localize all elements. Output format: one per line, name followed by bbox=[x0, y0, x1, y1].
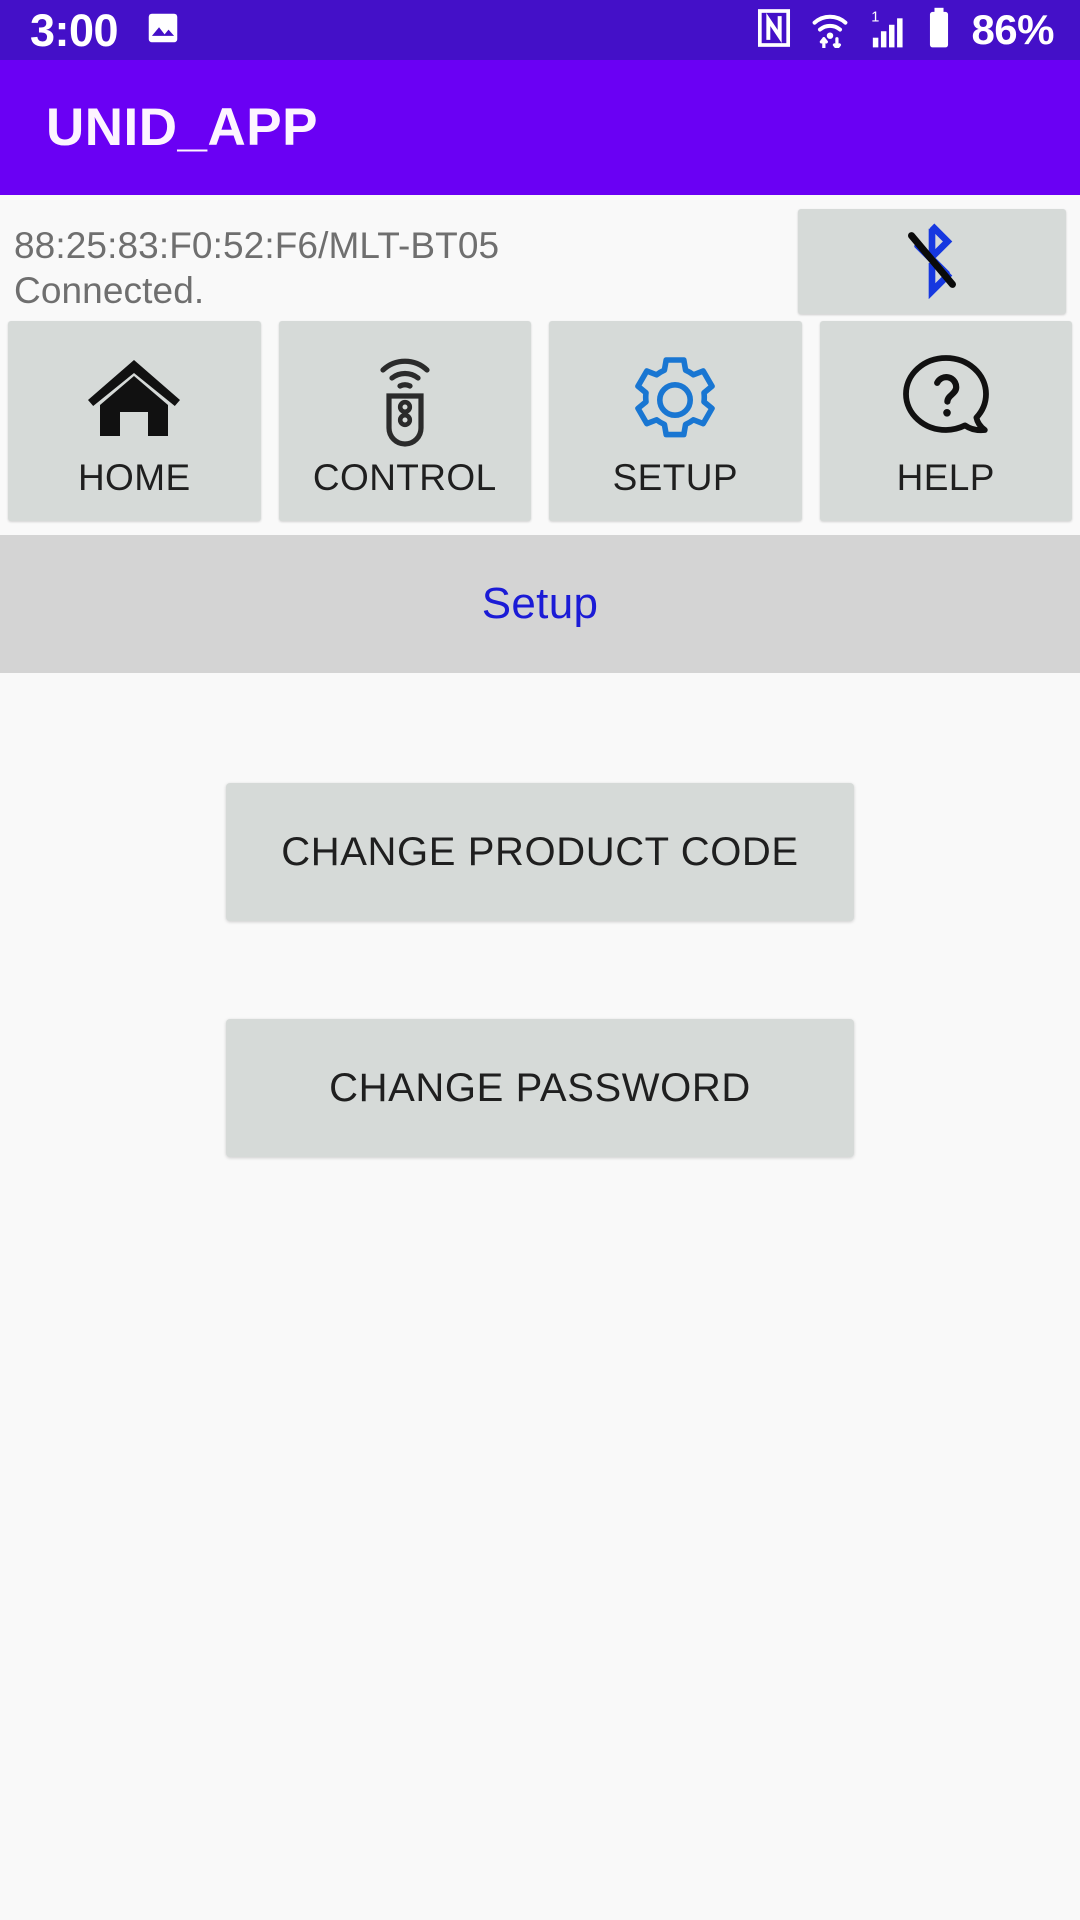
connection-state-label: Connected. bbox=[14, 270, 205, 312]
section-banner: Setup bbox=[0, 535, 1080, 673]
status-bar: 3:00 1 86% bbox=[0, 0, 1080, 60]
nav-label-setup: SETUP bbox=[612, 457, 738, 498]
wifi-icon bbox=[808, 8, 852, 53]
nav-button-bar: HOME CONTROL SETUP HELP bbox=[0, 321, 1080, 521]
svg-text:1: 1 bbox=[872, 9, 880, 25]
nav-button-home[interactable]: HOME bbox=[8, 321, 261, 521]
nav-label-help: HELP bbox=[896, 457, 995, 498]
battery-percent: 86% bbox=[971, 6, 1054, 53]
app-bar: UNID_APP bbox=[0, 60, 1080, 195]
page-title: UNID_APP bbox=[46, 98, 319, 157]
image-icon bbox=[144, 9, 182, 52]
bluetooth-disconnect-button[interactable] bbox=[798, 209, 1066, 314]
change-product-code-button[interactable]: CHANGE PRODUCT CODE bbox=[226, 783, 854, 921]
main-content: CHANGE PRODUCT CODE CHANGE PASSWORD bbox=[0, 673, 1080, 1157]
change-password-button[interactable]: CHANGE PASSWORD bbox=[226, 1019, 854, 1157]
status-bar-left: 3:00 bbox=[30, 8, 182, 53]
section-title: Setup bbox=[481, 579, 599, 628]
connection-text: 88:25:83:F0:52:F6/MLT-BT05 Connected. bbox=[14, 217, 798, 313]
home-icon bbox=[82, 343, 186, 453]
nav-button-control[interactable]: CONTROL bbox=[278, 321, 531, 521]
connection-status-row: 88:25:83:F0:52:F6/MLT-BT05 Connected. bbox=[0, 195, 1080, 325]
bluetooth-disabled-icon bbox=[896, 221, 968, 302]
nav-label-control: CONTROL bbox=[312, 457, 497, 498]
nfc-icon bbox=[757, 8, 791, 53]
status-clock: 3:00 bbox=[30, 4, 119, 56]
nav-label-home: HOME bbox=[77, 457, 191, 498]
help-bubble-icon bbox=[894, 343, 998, 453]
cellular-signal-icon: 1 bbox=[869, 7, 909, 54]
nav-button-setup[interactable]: SETUP bbox=[549, 321, 802, 521]
nav-button-help[interactable]: HELP bbox=[819, 321, 1072, 521]
gear-icon bbox=[623, 343, 727, 453]
status-bar-right: 1 86% bbox=[757, 7, 1054, 54]
connected-device-address: 88:25:83:F0:52:F6/MLT-BT05 bbox=[14, 225, 500, 266]
battery-icon bbox=[926, 7, 952, 54]
remote-control-icon bbox=[357, 343, 453, 453]
